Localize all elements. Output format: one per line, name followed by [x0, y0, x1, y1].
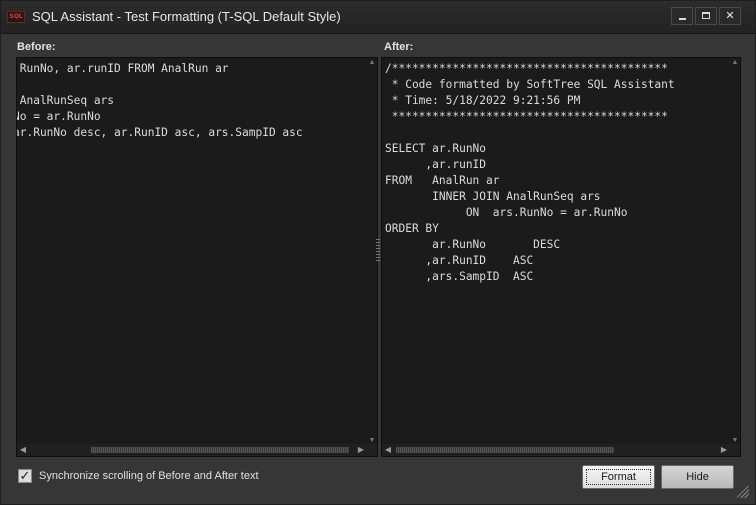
- window-title: SQL Assistant - Test Formatting (T-SQL D…: [32, 9, 341, 24]
- close-button[interactable]: ✕: [719, 7, 741, 25]
- before-horizontal-scrollbar[interactable]: ◀ ▶: [17, 444, 377, 456]
- scroll-left-icon[interactable]: ◀: [382, 444, 394, 456]
- minimize-button[interactable]: [671, 7, 693, 25]
- scroll-right-icon[interactable]: ▶: [355, 444, 367, 456]
- focus-rectangle: [586, 469, 651, 485]
- close-icon: ✕: [725, 10, 735, 22]
- maximize-button[interactable]: [695, 7, 717, 25]
- app-logo-icon: SQL: [7, 11, 25, 23]
- pane-splitter-handle[interactable]: [376, 239, 380, 261]
- after-hscroll-thumb[interactable]: [396, 447, 614, 453]
- after-vertical-scrollbar[interactable]: ▲ ▼: [730, 58, 740, 446]
- after-label: After:: [384, 41, 414, 53]
- hide-button-label: Hide: [686, 471, 709, 483]
- before-hscroll-thumb[interactable]: [91, 447, 349, 453]
- minimize-icon: [679, 18, 686, 20]
- scroll-up-icon[interactable]: ▲: [367, 58, 377, 68]
- formatting-dialog: SQL SQL Assistant - Test Formatting (T-S…: [0, 0, 756, 505]
- resize-grip-icon[interactable]: [737, 486, 749, 498]
- scroll-left-icon[interactable]: ◀: [17, 444, 29, 456]
- scroll-right-icon[interactable]: ▶: [718, 444, 730, 456]
- after-editor[interactable]: /***************************************…: [381, 57, 741, 457]
- scroll-up-icon[interactable]: ▲: [730, 58, 740, 68]
- checkmark-icon: ✓: [19, 468, 31, 483]
- hide-button[interactable]: Hide: [661, 465, 734, 489]
- before-code-text[interactable]: RunNo, ar.runID FROM AnalRun ar AnalRunS…: [17, 61, 303, 141]
- sync-scroll-label[interactable]: Synchronize scrolling of Before and Afte…: [39, 470, 259, 482]
- title-bar[interactable]: SQL SQL Assistant - Test Formatting (T-S…: [1, 1, 755, 34]
- sync-scroll-checkbox[interactable]: ✓: [18, 469, 32, 483]
- format-button[interactable]: Format: [582, 465, 655, 489]
- after-code-text[interactable]: /***************************************…: [385, 61, 675, 285]
- maximize-icon: [702, 12, 710, 19]
- before-label: Before:: [17, 41, 56, 53]
- before-editor[interactable]: RunNo, ar.runID FROM AnalRun ar AnalRunS…: [16, 57, 378, 457]
- after-horizontal-scrollbar[interactable]: ◀ ▶: [382, 444, 740, 456]
